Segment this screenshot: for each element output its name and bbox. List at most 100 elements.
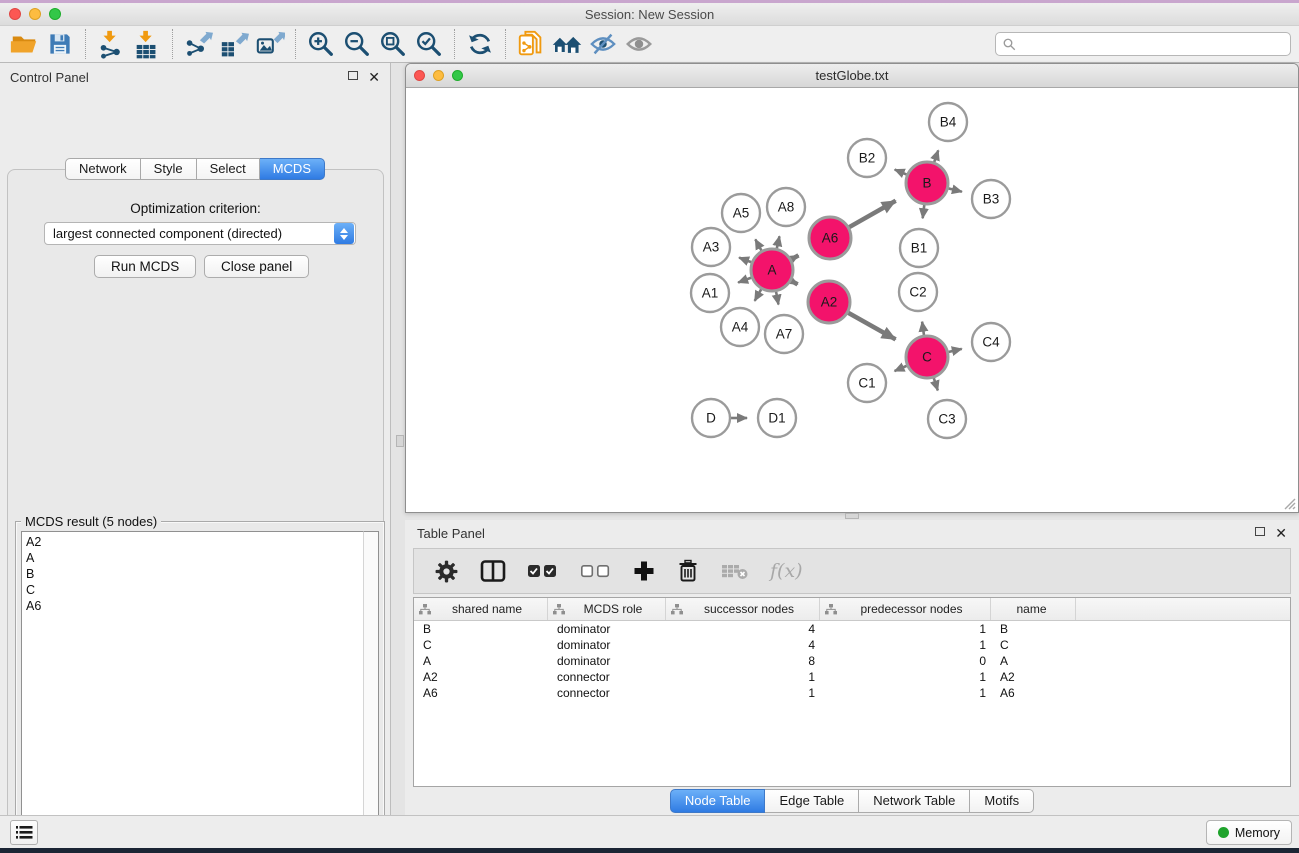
- graph-node-A[interactable]: A: [751, 249, 793, 291]
- table-row[interactable]: Bdominator41B: [414, 621, 1290, 637]
- edge-A-A7[interactable]: [776, 292, 778, 305]
- zoom-fit-icon[interactable]: [375, 29, 411, 59]
- column-header-MCDS-role[interactable]: MCDS role: [548, 598, 666, 620]
- edge-C-C4[interactable]: [948, 349, 961, 352]
- result-item[interactable]: A2: [26, 534, 364, 550]
- export-table-icon[interactable]: [216, 29, 252, 59]
- edge-A-A4[interactable]: [755, 289, 762, 301]
- run-mcds-button[interactable]: Run MCDS: [94, 255, 196, 278]
- tab-select[interactable]: Select: [197, 158, 260, 180]
- result-item[interactable]: A6: [26, 598, 364, 614]
- edge-A6-B[interactable]: [849, 201, 896, 227]
- graph-node-C[interactable]: C: [906, 336, 948, 378]
- export-network-icon[interactable]: [180, 29, 216, 59]
- edge-A-A1[interactable]: [738, 278, 751, 283]
- graph-node-A5[interactable]: A5: [722, 194, 760, 232]
- open-session-icon[interactable]: [6, 29, 42, 59]
- horizontal-splitter-handle[interactable]: [845, 513, 859, 519]
- table-row[interactable]: Adominator80A: [414, 653, 1290, 669]
- vertical-splitter-handle[interactable]: [396, 435, 404, 447]
- edge-B-B2[interactable]: [895, 170, 907, 175]
- graph-node-D[interactable]: D: [692, 399, 730, 437]
- graph-node-A1[interactable]: A1: [691, 274, 729, 312]
- network-window-titlebar[interactable]: testGlobe.txt: [406, 64, 1298, 88]
- column-header-successor-nodes[interactable]: successor nodes: [666, 598, 820, 620]
- graph-node-A6[interactable]: A6: [809, 217, 851, 259]
- deselect-all-icon[interactable]: [580, 562, 612, 580]
- edge-B-B1[interactable]: [923, 205, 925, 218]
- edge-C-C2[interactable]: [922, 322, 924, 335]
- float-panel-icon[interactable]: [348, 71, 358, 83]
- select-all-icon[interactable]: [527, 562, 559, 580]
- table-row[interactable]: A2connector11A2: [414, 669, 1290, 685]
- close-table-panel-icon[interactable]: ✕: [1275, 526, 1287, 540]
- result-item[interactable]: A: [26, 550, 364, 566]
- task-history-button[interactable]: [10, 820, 38, 845]
- search-field[interactable]: [995, 32, 1291, 56]
- zoom-out-icon[interactable]: [339, 29, 375, 59]
- edge-A-A6[interactable]: [791, 255, 798, 259]
- graph-node-D1[interactable]: D1: [758, 399, 796, 437]
- graph-node-C4[interactable]: C4: [972, 323, 1010, 361]
- graph-node-B2[interactable]: B2: [848, 139, 886, 177]
- import-network-icon[interactable]: [93, 29, 129, 59]
- import-table-icon[interactable]: [129, 29, 165, 59]
- graph-node-A2[interactable]: A2: [808, 281, 850, 323]
- edge-B-B3[interactable]: [948, 188, 962, 191]
- close-panel-button[interactable]: Close panel: [204, 255, 309, 278]
- graph-node-B3[interactable]: B3: [972, 180, 1010, 218]
- float-table-panel-icon[interactable]: [1255, 527, 1265, 539]
- graph-node-B4[interactable]: B4: [929, 103, 967, 141]
- memory-button[interactable]: Memory: [1206, 820, 1292, 845]
- edge-C-C3[interactable]: [934, 378, 938, 391]
- column-header-shared-name[interactable]: shared name: [414, 598, 548, 620]
- graph-node-B[interactable]: B: [906, 162, 948, 204]
- zoom-in-icon[interactable]: [303, 29, 339, 59]
- resize-grip-icon[interactable]: [1283, 497, 1296, 510]
- graph-node-A7[interactable]: A7: [765, 315, 803, 353]
- tab-style[interactable]: Style: [141, 158, 197, 180]
- graph-node-A4[interactable]: A4: [721, 308, 759, 346]
- duplicate-network-icon[interactable]: [513, 29, 549, 59]
- tab-mcds[interactable]: MCDS: [260, 158, 325, 180]
- graph-node-A8[interactable]: A8: [767, 188, 805, 226]
- graph-node-C3[interactable]: C3: [928, 400, 966, 438]
- result-item[interactable]: B: [26, 566, 364, 582]
- table-row[interactable]: A6connector11A6: [414, 685, 1290, 701]
- close-panel-icon[interactable]: ✕: [368, 70, 380, 84]
- column-header-predecessor-nodes[interactable]: predecessor nodes: [820, 598, 991, 620]
- search-input[interactable]: [1017, 34, 1290, 54]
- edge-A-A5[interactable]: [755, 239, 761, 250]
- edge-B-B4[interactable]: [934, 150, 938, 162]
- mcds-result-list[interactable]: A2ABCA6: [21, 531, 365, 853]
- graphspace-home-icon[interactable]: [549, 29, 585, 59]
- edge-A-A8[interactable]: [777, 236, 780, 248]
- zoom-selected-icon[interactable]: [411, 29, 447, 59]
- optimization-criterion-select[interactable]: largest connected component (directed): [44, 222, 356, 245]
- edge-A-A3[interactable]: [739, 258, 751, 263]
- save-session-icon[interactable]: [42, 29, 78, 59]
- show-all-eye-icon[interactable]: [621, 29, 657, 59]
- create-column-plus-icon[interactable]: [633, 560, 655, 582]
- delete-column-trash-icon[interactable]: [676, 559, 700, 583]
- export-image-icon[interactable]: [252, 29, 288, 59]
- edge-A2-C[interactable]: [848, 313, 895, 340]
- tab-network[interactable]: Network: [65, 158, 141, 180]
- graph-node-B1[interactable]: B1: [900, 229, 938, 267]
- graph-node-C2[interactable]: C2: [899, 273, 937, 311]
- tab-motifs[interactable]: Motifs: [970, 789, 1034, 813]
- result-item[interactable]: C: [26, 582, 364, 598]
- tab-edge-table[interactable]: Edge Table: [765, 789, 859, 813]
- graph-node-C1[interactable]: C1: [848, 364, 886, 402]
- tab-node-table[interactable]: Node Table: [670, 789, 766, 813]
- tab-network-table[interactable]: Network Table: [859, 789, 970, 813]
- result-scrollbar[interactable]: [363, 531, 379, 853]
- refresh-icon[interactable]: [462, 29, 498, 59]
- edge-A-A2[interactable]: [791, 281, 797, 285]
- table-row[interactable]: Cdominator41C: [414, 637, 1290, 653]
- show-columns-icon[interactable]: [480, 559, 506, 583]
- hide-selected-eye-icon[interactable]: [585, 29, 621, 59]
- network-canvas[interactable]: B4 B2 B B3 A5A8A6 B1 A3 A C2 A1 A2 A4A7 C4 C C1 C3 D D1: [406, 88, 1298, 512]
- graph-node-A3[interactable]: A3: [692, 228, 730, 266]
- edge-C-C1[interactable]: [895, 366, 907, 371]
